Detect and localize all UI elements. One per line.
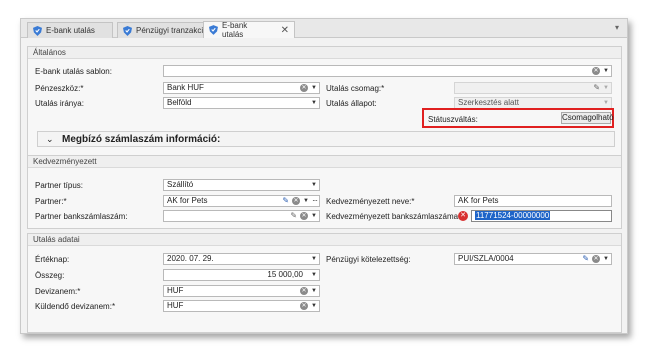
chevron-down-icon[interactable]: ▼ (603, 83, 609, 93)
pencil-icon[interactable]: ✎ (282, 196, 289, 206)
error-icon: ✕ (458, 211, 468, 221)
chevron-down-icon[interactable]: ▼ (311, 83, 317, 93)
template-select[interactable]: ✕ ▼ (163, 65, 612, 77)
direction-value: Belföld (167, 98, 192, 107)
obligation-select[interactable]: PUI/SZLA/0004 ✎ ✕ ▼ (454, 253, 612, 265)
direction-select[interactable]: Belföld ▼ (163, 97, 320, 109)
direction-label: Utalás iránya: (35, 99, 84, 108)
account-label: Pénzeszköz:* (35, 84, 84, 93)
pencil-icon[interactable]: ✎ (290, 211, 297, 221)
state-value: Szerkesztés alatt (458, 98, 519, 107)
partner-label: Partner:* (35, 197, 67, 206)
amount-input[interactable]: 15 000,00 ▼ (163, 269, 320, 281)
beneficiary-account-input[interactable]: 11771524-00000000 (471, 210, 612, 222)
partner-type-select[interactable]: Szállító ▼ (163, 179, 320, 191)
chevron-down-icon[interactable]: ▼ (603, 254, 609, 264)
currency-value: HUF (167, 286, 184, 295)
clear-icon[interactable]: ✕ (300, 287, 309, 295)
partner-value: AK for Pets (167, 196, 208, 205)
tab-label: Pénzügyi tranzakció (136, 26, 208, 35)
clear-icon[interactable]: ✕ (592, 67, 601, 75)
status-change-label: Státuszváltás: (428, 115, 478, 124)
partner-type-value: Szállító (167, 180, 194, 189)
send-currency-label: Küldendő devizanem:* (35, 302, 116, 311)
chevron-down-icon[interactable]: ⌄ (46, 134, 54, 145)
beneficiary-name-label: Kedvezményezett neve:* (326, 197, 415, 206)
close-icon[interactable]: ✕ (281, 25, 289, 36)
tab-menu-chevron-icon[interactable]: ▾ (615, 23, 619, 32)
chevron-down-icon[interactable]: ▼ (311, 211, 317, 221)
tab-ebank-1[interactable]: E-bank utalás (27, 22, 113, 38)
section-title-general: Általános (28, 47, 621, 59)
shield-icon (33, 25, 42, 36)
clear-icon[interactable]: ✕ (300, 212, 309, 220)
tab-ebank-active[interactable]: E-bank utalás ✕ (203, 21, 295, 39)
beneficiary-name-input[interactable]: AK for Pets (454, 195, 612, 207)
partner-account-select[interactable]: ✎ ✕ ▼ (163, 210, 320, 222)
beneficiary-account-value: 11771524-00000000 (475, 211, 551, 220)
chevron-down-icon[interactable]: ▼ (311, 98, 317, 108)
shield-icon (209, 25, 218, 35)
status-change-button[interactable]: Csomagolható (561, 112, 614, 124)
chevron-down-icon[interactable]: ▼ (303, 196, 309, 206)
app-window: E-bank utalás Pénzügyi tranzakció E-bank… (20, 18, 628, 334)
clear-icon[interactable]: ✕ (300, 84, 309, 92)
collapse-title: Megbízó számlaszám információ: (62, 134, 221, 145)
state-label: Utalás állapot: (326, 99, 377, 108)
obligation-label: Pénzügyi kötelezettség: (326, 255, 411, 264)
section-title-beneficiary: Kedvezményezett (28, 156, 621, 168)
pencil-icon[interactable]: ✎ (593, 83, 600, 93)
beneficiary-name-value: AK for Pets (458, 196, 499, 205)
value-date-picker[interactable]: 2020. 07. 29. ▼ (163, 253, 320, 265)
chevron-down-icon[interactable]: ▼ (603, 66, 609, 76)
chevron-down-icon: ▼ (603, 100, 609, 106)
obligation-value: PUI/SZLA/0004 (458, 254, 514, 263)
pencil-icon[interactable]: ✎ (582, 254, 589, 264)
clear-icon[interactable]: ✕ (300, 302, 309, 310)
chevron-down-icon[interactable]: ▼ (311, 301, 317, 311)
shield-icon (123, 25, 132, 36)
payer-account-info-collapse[interactable]: ⌄ Megbízó számlaszám információ: (37, 131, 615, 147)
package-select[interactable]: ✎ ▼ (454, 82, 612, 94)
clear-icon[interactable]: ✕ (592, 255, 601, 263)
value-date-label: Értéknap: (35, 255, 70, 264)
send-currency-select[interactable]: HUF ✕ ▼ (163, 300, 320, 312)
value-date-value: 2020. 07. 29. (167, 254, 214, 263)
chevron-down-icon[interactable]: ▼ (311, 254, 317, 264)
package-label: Utalás csomag:* (326, 84, 385, 93)
chevron-down-icon[interactable]: ▼ (311, 180, 317, 190)
clear-icon[interactable]: ✕ (292, 197, 301, 205)
account-select[interactable]: Bank HUF ✕ ▼ (163, 82, 320, 94)
currency-label: Devizanem:* (35, 287, 81, 296)
amount-value: 15 000,00 (267, 270, 303, 279)
partner-type-label: Partner típus: (35, 181, 84, 190)
send-currency-value: HUF (167, 301, 184, 310)
tab-label: E-bank utalás (221, 21, 248, 39)
partner-select[interactable]: AK for Pets ✎ ✕ ▼ ··· (163, 195, 320, 207)
tab-bar: E-bank utalás Pénzügyi tranzakció E-bank… (21, 19, 627, 39)
tab-label: E-bank utalás (46, 26, 95, 35)
currency-select[interactable]: HUF ✕ ▼ (163, 285, 320, 297)
more-icon[interactable]: ··· (312, 196, 318, 206)
beneficiary-account-label: Kedvezményezett bankszámlaszáma:* (326, 212, 464, 221)
transfer-section: Utalás adatai (27, 233, 622, 333)
partner-account-label: Partner bankszámlaszám: (35, 212, 128, 221)
account-value: Bank HUF (167, 83, 204, 92)
chevron-down-icon[interactable]: ▼ (311, 286, 317, 296)
section-title-transfer: Utalás adatai (28, 234, 621, 246)
template-label: E-bank utalás sablon: (35, 67, 112, 76)
chevron-down-icon[interactable]: ▼ (311, 270, 317, 280)
amount-label: Összeg: (35, 271, 65, 280)
